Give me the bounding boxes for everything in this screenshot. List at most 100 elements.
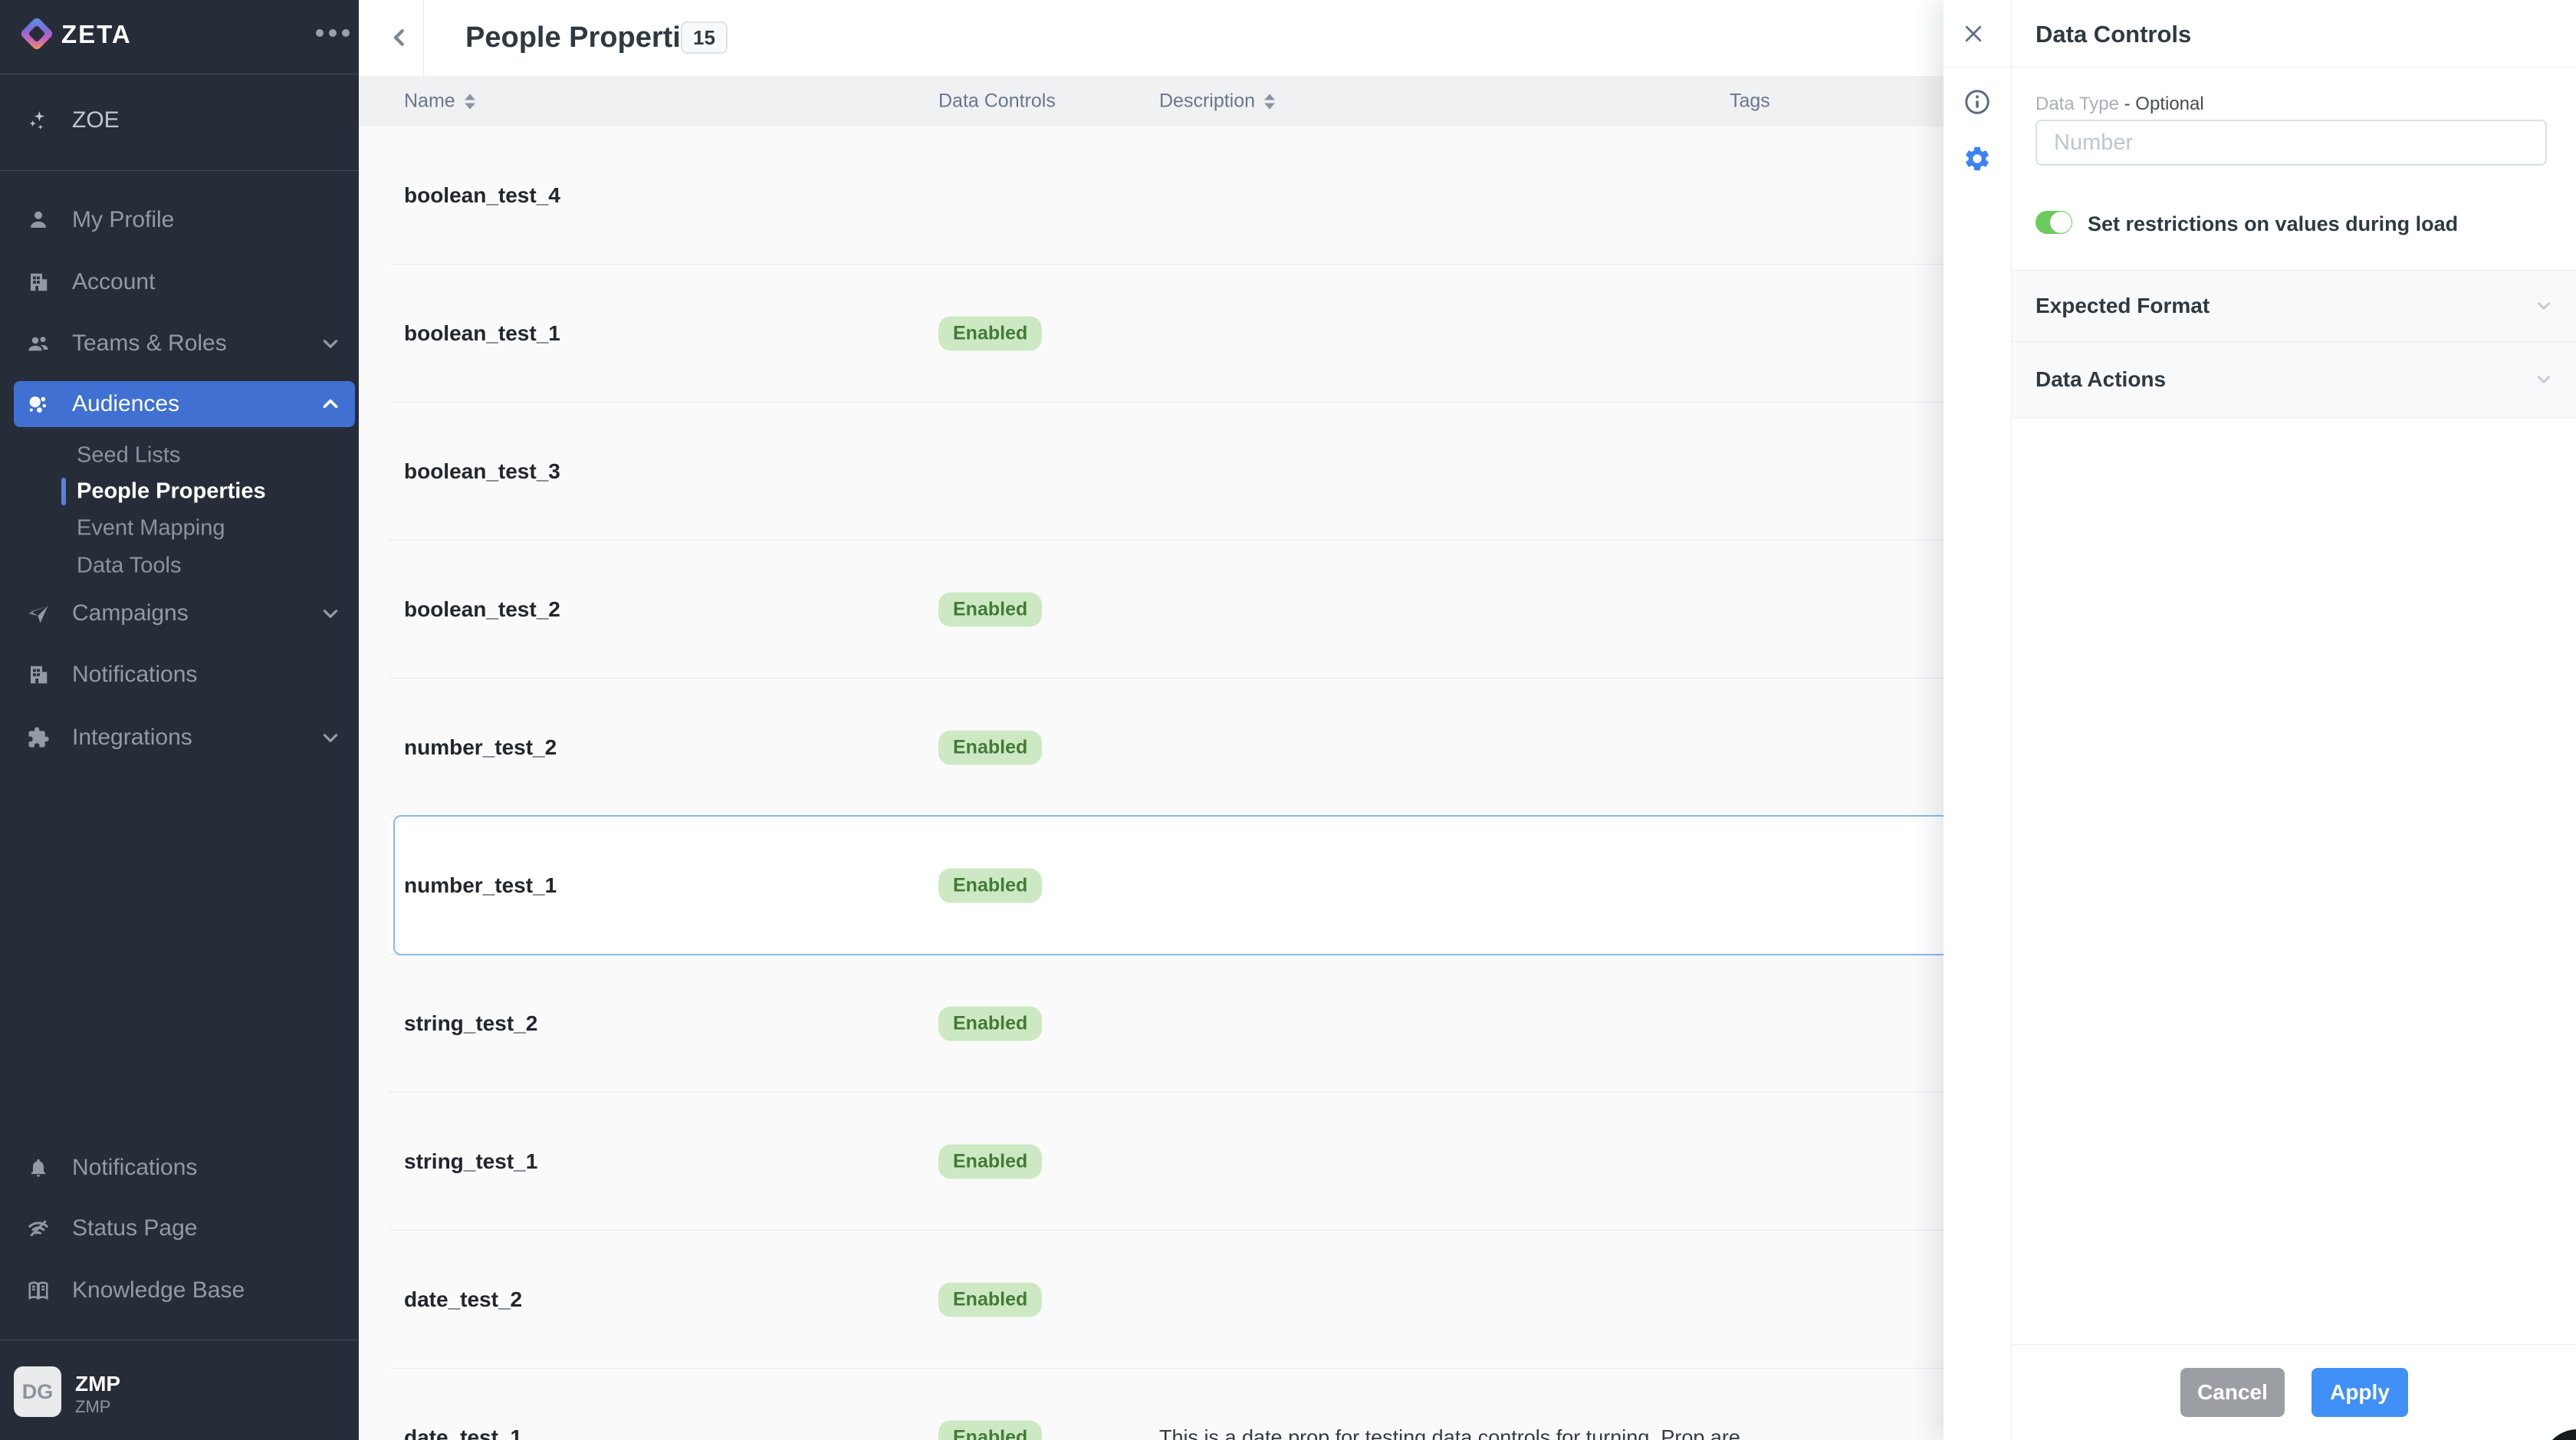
user-avatar[interactable]: DG <box>14 1366 61 1417</box>
property-name: number_test_2 <box>404 735 557 760</box>
apply-button[interactable]: Apply <box>2312 1368 2408 1417</box>
back-button[interactable] <box>382 20 417 55</box>
divider <box>0 170 359 171</box>
status-badge: Enabled <box>938 316 1042 350</box>
ellipsis-menu-icon[interactable] <box>316 29 350 37</box>
sidebar-item-zoe[interactable]: ZOE <box>0 97 359 143</box>
active-indicator-bar <box>61 478 66 505</box>
sidebar-item-notifications[interactable]: Notifications <box>0 652 359 698</box>
info-icon[interactable] <box>1961 86 1993 118</box>
status-badge: Enabled <box>938 730 1042 764</box>
property-description: This is a date prop for testing data con… <box>1159 1425 1740 1440</box>
chevron-down-icon <box>2534 296 2554 316</box>
chevron-down-icon <box>320 603 340 623</box>
column-label: Tags <box>1730 90 1770 113</box>
sidebar-item-data-tools[interactable]: Data Tools <box>0 550 359 582</box>
data-type-input[interactable] <box>2036 120 2547 166</box>
chevron-down-icon <box>320 334 340 353</box>
sidebar-item-seed-lists[interactable]: Seed Lists <box>0 439 359 472</box>
user-name: ZMP <box>75 1372 120 1396</box>
sidebar-item-label: Audiences <box>72 391 179 417</box>
avatar-initials: DG <box>22 1380 54 1404</box>
sidebar-item-label: Teams & Roles <box>72 330 227 357</box>
expected-format-section[interactable]: Expected Format <box>2012 270 2576 342</box>
sidebar-item-people-properties[interactable]: People Properties <box>0 475 359 508</box>
property-name: string_test_1 <box>404 1149 537 1174</box>
status-badge: Enabled <box>938 1282 1042 1317</box>
signal-icon <box>25 1215 51 1241</box>
optional-suffix: - Optional <box>2124 94 2204 114</box>
data-actions-section[interactable]: Data Actions <box>2012 342 2576 418</box>
property-name: date_test_1 <box>404 1425 522 1440</box>
sidebar-item-status-page[interactable]: Status Page <box>0 1205 359 1251</box>
book-icon <box>25 1277 51 1304</box>
sidebar: ZETA ZOE My Profile Account Teams & Role… <box>0 0 359 1440</box>
field-label: Data Type <box>2036 94 2119 114</box>
drawer-content: Data Type - Optional Set restrictions on… <box>2012 67 2576 1440</box>
drawer-footer: Cancel Apply <box>2012 1344 2576 1440</box>
column-label: Description <box>1159 90 1255 113</box>
property-name: boolean_test_3 <box>404 459 560 484</box>
puzzle-icon <box>25 725 51 751</box>
people-icon <box>25 330 51 357</box>
data-controls-drawer: Data Controls Data Type - Optional Set r… <box>1944 0 2576 1440</box>
chevron-down-icon <box>320 728 340 748</box>
sidebar-item-label: People Properties <box>77 479 266 505</box>
sidebar-item-label: ZOE <box>72 107 120 133</box>
restrictions-toggle[interactable] <box>2036 211 2072 234</box>
property-name: boolean_test_2 <box>404 597 560 622</box>
person-icon <box>25 207 51 233</box>
status-badge: Enabled <box>938 1420 1042 1440</box>
sparkles-icon <box>25 107 51 133</box>
building-icon <box>25 269 51 295</box>
column-header-name[interactable]: Name <box>404 90 475 113</box>
divider <box>423 0 424 76</box>
chevron-down-icon <box>2534 370 2554 390</box>
section-label: Expected Format <box>2036 294 2210 318</box>
logo-row: ZETA <box>0 0 359 74</box>
count-badge: 15 <box>681 21 728 54</box>
sidebar-item-teams-roles[interactable]: Teams & Roles <box>0 321 359 367</box>
restrictions-toggle-label: Set restrictions on values during load <box>2088 212 2458 236</box>
section-label: Data Actions <box>2036 367 2166 392</box>
sidebar-item-account[interactable]: Account <box>0 259 359 305</box>
sidebar-item-my-profile[interactable]: My Profile <box>0 197 359 243</box>
property-name: number_test_1 <box>404 873 557 898</box>
property-name: date_test_2 <box>404 1287 522 1312</box>
column-header-description[interactable]: Description <box>1159 90 1275 113</box>
cancel-button[interactable]: Cancel <box>2180 1368 2285 1417</box>
sort-icon[interactable] <box>465 94 475 109</box>
status-badge: Enabled <box>938 868 1042 902</box>
sidebar-item-event-mapping[interactable]: Event Mapping <box>0 512 359 544</box>
drawer-header: Data Controls <box>1944 0 2576 67</box>
sidebar-item-label: Account <box>72 269 155 295</box>
column-header-tags: Tags <box>1730 90 1770 113</box>
status-badge: Enabled <box>938 592 1042 626</box>
zeta-logo-icon <box>19 16 54 51</box>
page-title: People Properties <box>465 21 713 54</box>
column-label: Data Controls <box>938 90 1056 113</box>
sidebar-item-campaigns[interactable]: Campaigns <box>0 590 359 636</box>
property-name: boolean_test_4 <box>404 183 560 208</box>
user-org: ZMP <box>75 1397 110 1417</box>
property-name: boolean_test_1 <box>404 321 560 346</box>
sidebar-item-label: Notifications <box>72 662 197 688</box>
sidebar-item-label: Data Tools <box>77 554 182 579</box>
sort-icon[interactable] <box>1264 94 1275 109</box>
column-header-data-controls: Data Controls <box>938 90 1056 113</box>
audiences-bubbles-icon <box>25 391 51 417</box>
sidebar-item-knowledge-base[interactable]: Knowledge Base <box>0 1267 359 1313</box>
sidebar-item-label: Event Mapping <box>77 516 225 541</box>
bell-icon <box>25 1155 51 1181</box>
building-icon <box>25 662 51 688</box>
sidebar-item-label: Seed Lists <box>77 443 180 468</box>
sidebar-item-audiences[interactable]: Audiences <box>14 381 355 427</box>
paper-plane-icon <box>25 600 51 626</box>
status-badge: Enabled <box>938 1006 1042 1041</box>
zeta-logo-text: ZETA <box>61 20 132 49</box>
sidebar-item-integrations[interactable]: Integrations <box>0 715 359 761</box>
sidebar-item-label: Campaigns <box>72 600 189 626</box>
gear-icon[interactable] <box>1961 143 1993 175</box>
sidebar-item-notifications-bottom[interactable]: Notifications <box>0 1145 359 1191</box>
sidebar-item-label: My Profile <box>72 207 174 233</box>
